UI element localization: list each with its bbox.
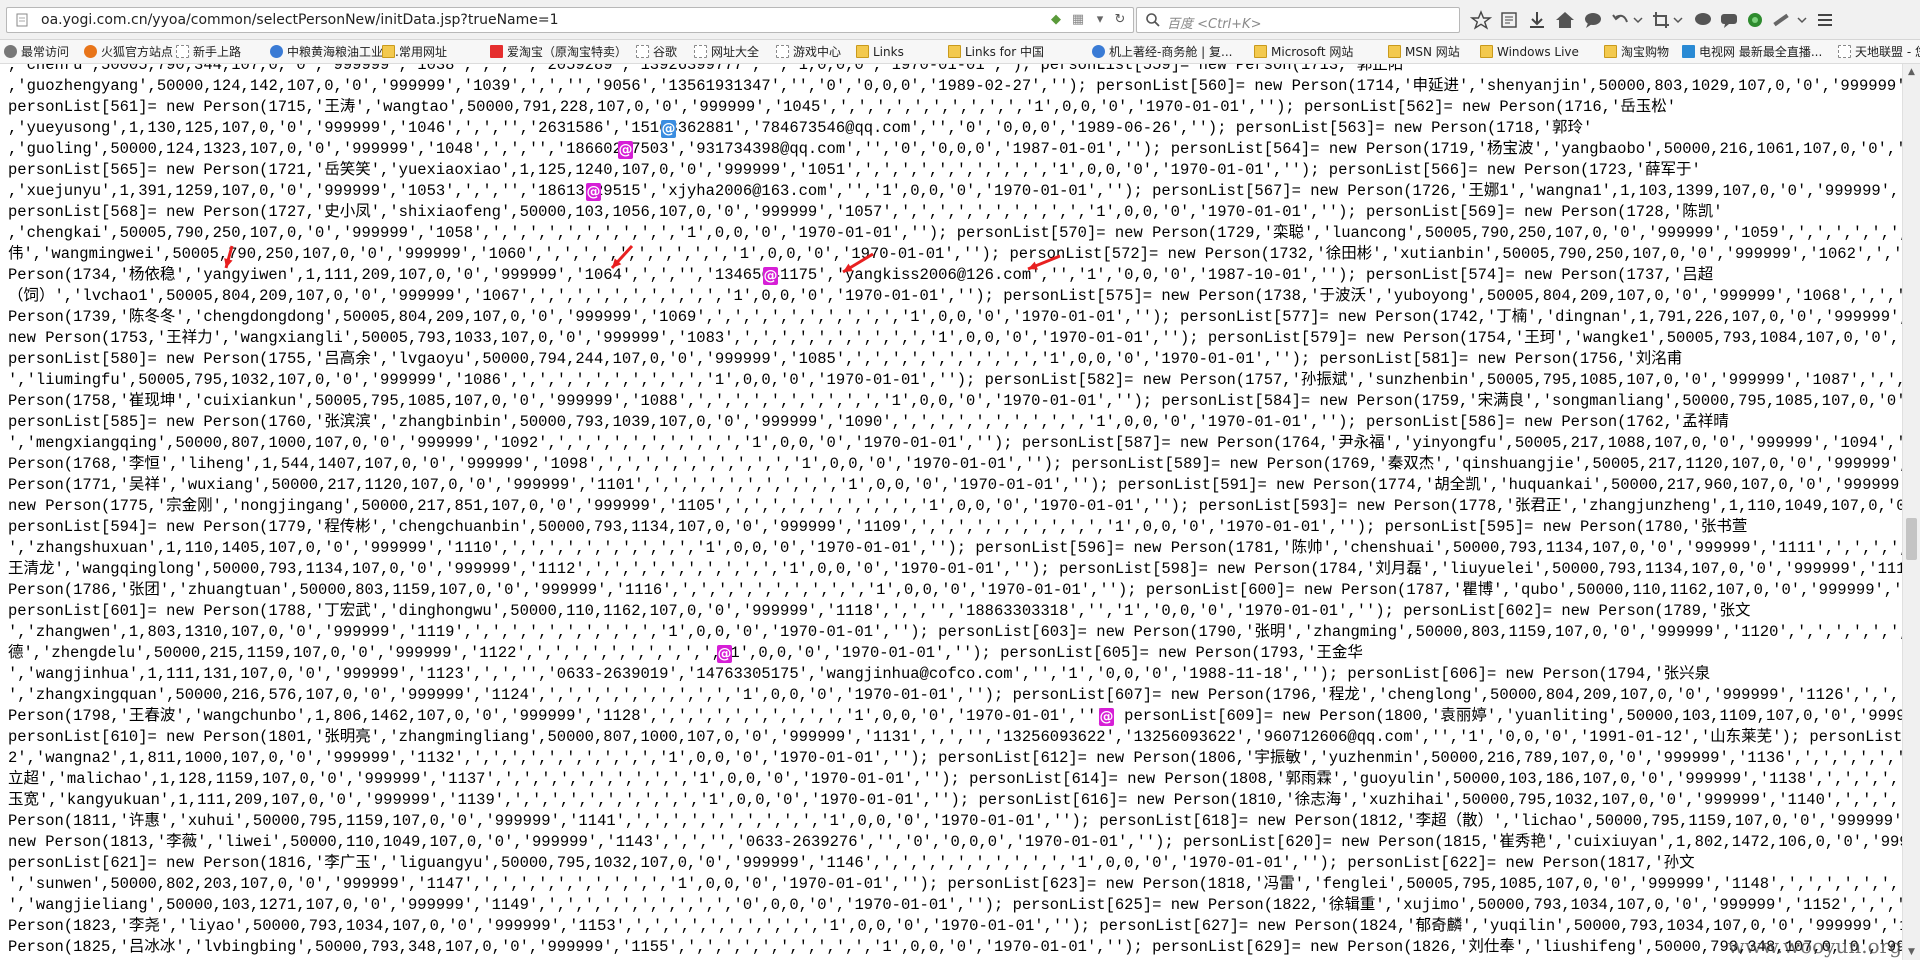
scroll-down-arrow-icon[interactable]: ▼ <box>1903 944 1920 960</box>
bookmarks-toolbar: 最常访问 火狐官方站点 新手上路 中粮黄海粮油工业（... 常用网址 爱淘宝（原淘宝特卖）… <box>0 40 1920 64</box>
page-icon <box>176 45 189 58</box>
bookmark-label: 淘宝购物 <box>1621 45 1670 59</box>
page-icon <box>16 13 28 27</box>
bookmark-label: Microsoft 网站 <box>1271 45 1354 59</box>
script-source-text: ,'chenru',50005,790,344,107,0,'0','99999… <box>8 64 1902 956</box>
bookmark-item[interactable]: 电视网 最新最全直播... <box>1682 44 1822 60</box>
bookmark-label: 机上著经-商务舱 | 复... <box>1109 45 1233 59</box>
page-content: ,'chenru',50005,790,344,107,0,'0','99999… <box>0 64 1902 960</box>
comment-icon[interactable] <box>1718 10 1740 30</box>
back-history-icon[interactable] <box>1610 10 1632 30</box>
chat-icon[interactable] <box>1582 10 1604 30</box>
gear-icon <box>4 45 17 58</box>
reading-list-icon[interactable] <box>1498 10 1520 30</box>
message-icon[interactable] <box>1692 10 1714 30</box>
bookmark-item[interactable]: 游戏中心 <box>776 44 841 60</box>
folder-icon <box>1480 45 1493 58</box>
bookmark-label: Windows Live <box>1497 45 1579 59</box>
bookmark-label: 常用网址 <box>399 45 448 59</box>
bookmark-label: 新手上路 <box>193 45 242 59</box>
watermark: www.wooyun.org <box>1727 934 1902 958</box>
crop-icon[interactable] <box>1650 10 1672 30</box>
bookmark-item[interactable]: 机上著经-商务舱 | 复... <box>1092 44 1232 60</box>
bookmark-label: MSN 网站 <box>1405 45 1460 59</box>
page-icon <box>776 45 789 58</box>
bookmark-item[interactable]: 淘宝购物 <box>1604 44 1669 60</box>
search-placeholder: 百度 <Ctrl+K> <box>1167 17 1262 32</box>
bookmark-label: 电视网 最新最全直播... <box>1699 45 1823 59</box>
bookmark-label: 最常访问 <box>21 45 70 59</box>
bookmark-item[interactable]: Links for 中国 <box>948 44 1044 60</box>
star-icon[interactable] <box>1470 10 1492 30</box>
folder-icon <box>856 45 869 58</box>
download-icon[interactable] <box>1526 10 1548 30</box>
bookmark-item[interactable]: 常用网址 <box>382 44 447 60</box>
firefox-icon <box>84 45 97 58</box>
tools-icon[interactable] <box>1770 10 1792 30</box>
home-icon[interactable] <box>1554 10 1576 30</box>
shield-icon[interactable]: ◆ <box>1047 12 1065 28</box>
page-icon <box>636 45 649 58</box>
page-icon <box>694 45 707 58</box>
bookmark-label: Links <box>873 45 904 59</box>
bookmark-item[interactable]: 爱淘宝（原淘宝特卖） <box>490 44 627 60</box>
folder-icon <box>1254 45 1267 58</box>
scroll-up-arrow-icon[interactable]: ▲ <box>1903 64 1920 80</box>
bookmark-label: 爱淘宝（原淘宝特卖） <box>507 45 628 59</box>
bookmark-item[interactable]: 新手上路 <box>176 44 241 60</box>
search-box[interactable]: 百度 <Ctrl+K> <box>1136 7 1460 33</box>
folder-icon <box>1604 45 1617 58</box>
taobao-icon <box>490 45 503 58</box>
menu-icon[interactable] <box>1814 10 1836 30</box>
qr-code-icon[interactable]: ▦ <box>1069 12 1087 28</box>
url-text[interactable]: oa.yogi.com.cn/yyoa/common/selectPersonN… <box>41 12 559 28</box>
bookmark-item[interactable]: MSN 网站 <box>1388 44 1460 60</box>
tv-icon <box>1682 45 1695 58</box>
browser-toolbar: oa.yogi.com.cn/yyoa/common/selectPersonN… <box>0 0 1920 40</box>
bookmark-item[interactable]: 网址大全 <box>694 44 759 60</box>
search-icon <box>1146 13 1160 27</box>
bookmark-item[interactable]: 最常访问 <box>4 44 69 60</box>
bookmark-label: 天地联盟 - 您身边的... <box>1855 45 1920 59</box>
bookmark-item[interactable]: Windows Live <box>1480 44 1579 60</box>
bookmark-label: 游戏中心 <box>793 45 842 59</box>
page-icon <box>1838 45 1851 58</box>
scrollbar-thumb[interactable] <box>1906 518 1917 560</box>
chevron-down-icon[interactable] <box>1672 10 1684 30</box>
vertical-scrollbar[interactable]: ▲ ▼ <box>1902 64 1920 960</box>
bookmark-item[interactable]: 天地联盟 - 您身边的... <box>1838 44 1920 60</box>
chevron-down-icon[interactable] <box>1796 10 1808 30</box>
bookmark-label: Links for 中国 <box>965 45 1044 59</box>
bookmark-item[interactable]: 火狐官方站点 <box>84 44 173 60</box>
address-bar[interactable]: oa.yogi.com.cn/yyoa/common/selectPersonN… <box>6 7 1134 33</box>
chevron-down-icon[interactable] <box>1632 10 1644 30</box>
green-status-icon[interactable] <box>1744 10 1766 30</box>
folder-icon <box>1388 45 1401 58</box>
folder-icon <box>382 45 395 58</box>
bookmark-item[interactable]: Links <box>856 44 904 60</box>
bookmark-label: 火狐官方站点 <box>101 45 174 59</box>
dropdown-icon[interactable]: ▾ <box>1091 12 1109 28</box>
bookmark-label: 谷歌 <box>653 45 678 59</box>
folder-icon <box>948 45 961 58</box>
bookmark-item[interactable]: 谷歌 <box>636 44 677 60</box>
reload-icon[interactable]: ↻ <box>1111 12 1129 28</box>
globe-icon <box>270 45 283 58</box>
bookmark-item[interactable]: Microsoft 网站 <box>1254 44 1353 60</box>
bookmark-label: 网址大全 <box>711 45 760 59</box>
globe-icon <box>1092 45 1105 58</box>
